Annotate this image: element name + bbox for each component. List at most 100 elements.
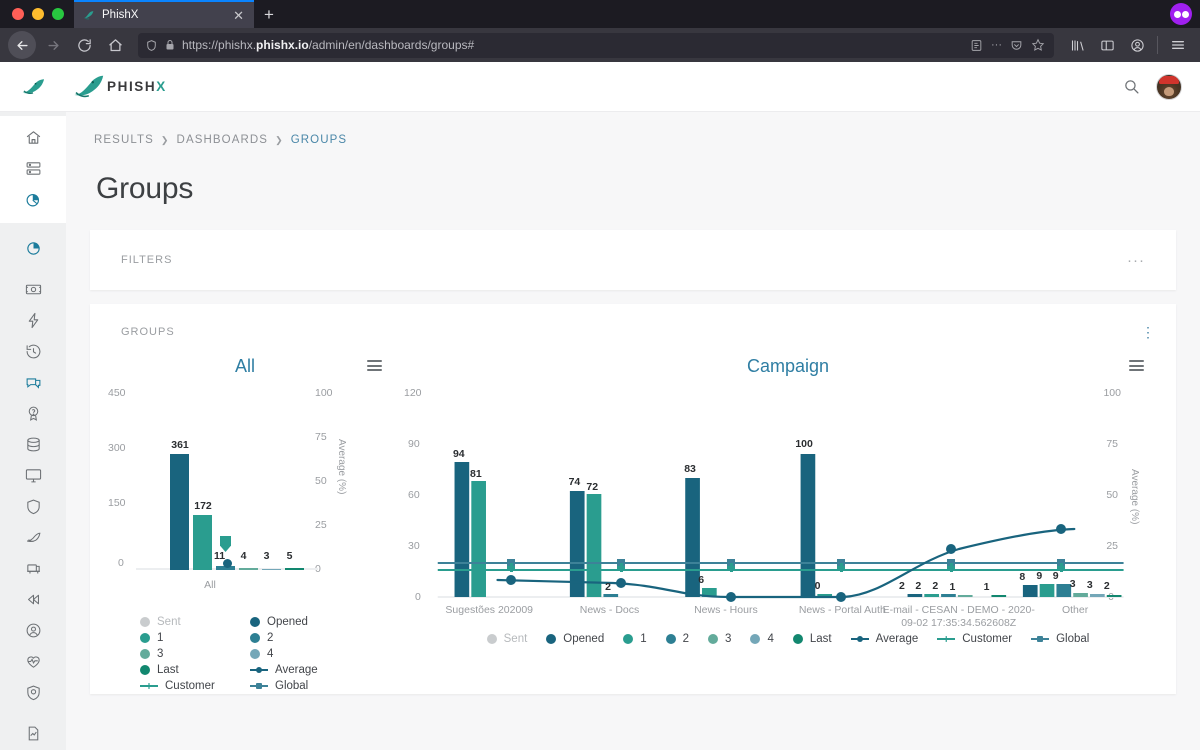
close-window-button[interactable] <box>12 8 24 20</box>
main-content: RESULTS ❯ DASHBOARDS ❯ GROUPS Groups FIL… <box>66 112 1200 750</box>
chart-campaign-menu-button[interactable] <box>1129 360 1144 371</box>
bar-last[interactable] <box>285 568 304 570</box>
breadcrumb-item-results[interactable]: RESULTS <box>94 134 154 146</box>
chart-all-menu-button[interactable] <box>367 360 382 371</box>
sidebar-item-dashboards-top[interactable] <box>0 184 66 215</box>
url-text[interactable]: https://phishx.phishx.io/admin/en/dashbo… <box>182 38 964 52</box>
pocket-icon[interactable] <box>1010 39 1023 52</box>
window-controls[interactable] <box>0 0 74 28</box>
phishx-shark-logo-icon[interactable] <box>16 76 50 98</box>
x-category-label: All <box>204 579 216 591</box>
legend-swatch <box>937 634 956 644</box>
bar-label: 2 <box>605 581 611 593</box>
legend-item-3[interactable]: 3 <box>140 648 250 660</box>
legend-item-opened[interactable]: Opened <box>250 616 360 628</box>
sidebar-item-messages[interactable] <box>0 367 66 398</box>
sidebar-item-security[interactable] <box>0 677 66 708</box>
sidebar-item-training[interactable] <box>0 460 66 491</box>
groups-menu-button[interactable]: ⋮ <box>1141 324 1155 339</box>
home-icon <box>25 129 42 146</box>
ellipsis-icon[interactable]: ··· <box>991 39 1002 51</box>
sidebar-item-replay[interactable] <box>0 584 66 615</box>
sidebar-item-media[interactable] <box>0 274 66 305</box>
breadcrumb-item-dashboards[interactable]: DASHBOARDS <box>177 134 269 146</box>
bar-3[interactable] <box>239 568 258 570</box>
phishx-favicon-icon <box>82 9 95 22</box>
heart-pulse-icon <box>25 653 42 670</box>
hamburger-menu-icon[interactable] <box>1164 31 1192 59</box>
url-bar[interactable]: https://phishx.phishx.io/admin/en/dashbo… <box>138 32 1054 58</box>
breadcrumb-item-groups[interactable]: GROUPS <box>291 134 347 146</box>
breadcrumb-separator: ❯ <box>160 134 170 145</box>
document-icon <box>25 725 42 742</box>
pie-chart-icon <box>25 240 42 257</box>
sidebar-item-phishing[interactable] <box>0 522 66 553</box>
legend-item-2[interactable]: 2 <box>250 632 360 644</box>
sidebar-item-reports[interactable] <box>0 233 66 264</box>
legend-item-last[interactable]: Last <box>140 664 250 676</box>
bar-label: 100 <box>795 438 813 450</box>
forward-arrow-icon[interactable] <box>39 31 67 59</box>
user-avatar[interactable] <box>1156 73 1182 100</box>
sidebar-item-infrastructure[interactable] <box>0 153 66 184</box>
shield-icon[interactable] <box>145 39 158 52</box>
legend-item-sent[interactable]: Sent <box>140 616 250 628</box>
breadcrumb: RESULTS ❯ DASHBOARDS ❯ GROUPS <box>66 112 1200 146</box>
sidebar-item-history[interactable] <box>0 336 66 367</box>
sidebar-icon[interactable] <box>1093 31 1121 59</box>
legend-item-global[interactable]: Global <box>250 680 360 692</box>
new-tab-button[interactable]: + <box>254 0 284 28</box>
sidebar-item-documents[interactable] <box>0 718 66 749</box>
server-icon <box>25 160 42 177</box>
account-icon[interactable] <box>1123 31 1151 59</box>
sidebar-item-users[interactable] <box>0 615 66 646</box>
maximize-window-button[interactable] <box>52 8 64 20</box>
sidebar-item-quiz[interactable] <box>0 398 66 429</box>
reload-icon[interactable] <box>70 31 98 59</box>
legend-label: 3 <box>157 648 164 660</box>
sidebar-item-automation[interactable] <box>0 305 66 336</box>
reader-view-icon[interactable] <box>970 39 983 52</box>
browser-tab[interactable]: PhishX ✕ <box>74 0 254 28</box>
sidebar-item-protection[interactable] <box>0 491 66 522</box>
library-icon[interactable] <box>1063 31 1091 59</box>
extension-badge-icon[interactable] <box>1170 3 1192 25</box>
filters-card: FILTERS ··· <box>90 230 1176 290</box>
bar-label: 83 <box>684 463 696 475</box>
legend-item-4[interactable]: 4 <box>250 648 360 660</box>
bar-label: 5 <box>286 550 293 562</box>
legend-swatch <box>250 665 268 675</box>
bar-label: 6 <box>698 574 705 586</box>
back-arrow-icon[interactable] <box>8 31 36 59</box>
legend-swatch <box>140 617 150 627</box>
bar-label: 1 <box>983 581 990 593</box>
legend-item-1[interactable]: 1 <box>140 632 250 644</box>
close-tab-button[interactable]: ✕ <box>231 9 246 22</box>
filters-menu-button[interactable]: ··· <box>1127 253 1145 268</box>
sidebar-item-database[interactable] <box>0 429 66 460</box>
phishx-brand-logo[interactable]: PHISHX <box>72 74 167 100</box>
legend-label: Opened <box>267 616 308 628</box>
chat-bubble-icon <box>25 374 42 391</box>
minimize-window-button[interactable] <box>32 8 44 20</box>
legend-label: Average <box>275 664 318 676</box>
y-tick: 450 <box>108 387 126 399</box>
star-bookmark-icon[interactable] <box>1031 38 1045 52</box>
bar-4[interactable] <box>262 569 281 570</box>
legend-item-customer[interactable]: Customer <box>140 680 250 692</box>
presentation-icon <box>25 560 42 577</box>
home-icon[interactable] <box>101 31 129 59</box>
legend-item-average[interactable]: Average <box>250 664 360 676</box>
sidebar-item-campaigns[interactable] <box>0 553 66 584</box>
search-icon[interactable] <box>1123 78 1140 95</box>
question-badge-icon <box>25 405 42 422</box>
legend-swatch <box>140 649 150 659</box>
sidebar-item-health[interactable] <box>0 646 66 677</box>
bar-opened[interactable] <box>170 454 189 570</box>
browser-nav-bar: https://phishx.phishx.io/admin/en/dashbo… <box>0 28 1200 62</box>
sidebar-item-home[interactable] <box>0 122 66 153</box>
legend-label: Last <box>157 664 179 676</box>
chart-all-legend: Sent Opened 1 2 3 4 Last Average Custome… <box>90 602 400 692</box>
chart-all-plot: 450 300 150 0 100 75 50 25 0 Average (%) <box>90 387 400 602</box>
filters-label: FILTERS <box>121 254 173 266</box>
